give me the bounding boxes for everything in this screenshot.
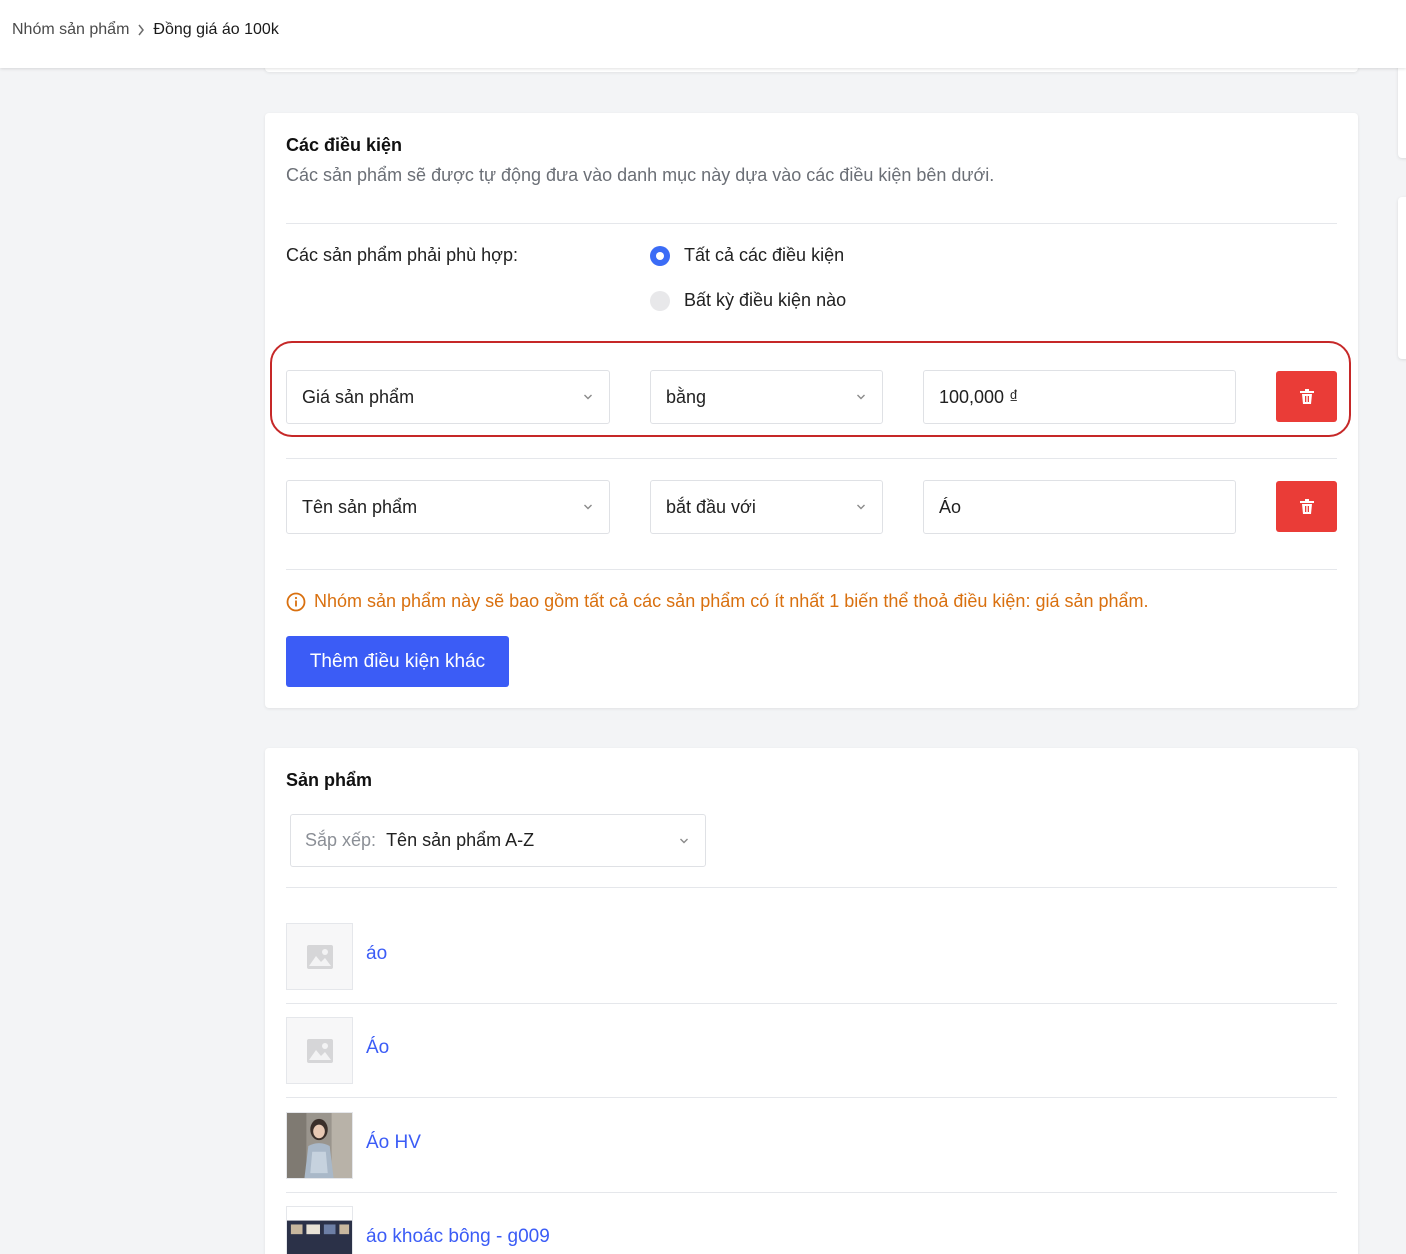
select-value: bằng [666,386,707,407]
product-row[interactable]: Áo HV [286,1112,1337,1207]
product-photo [287,1113,352,1178]
product-row[interactable]: áo [286,923,1337,1018]
chevron-down-icon [857,504,865,510]
trash-icon [1299,388,1314,404]
radio-all-conditions[interactable]: Tất cả các điều kiện [650,245,844,266]
divider [286,458,1337,459]
divider [286,1192,1337,1193]
conditions-title: Các điều kiện [286,135,403,155]
conditions-card: Các điều kiện Các sản phẩm sẽ được tự độ… [265,113,1358,708]
input-value: 100,000 ₫ [939,386,1019,407]
side-panel [1398,60,1406,158]
match-label: Các sản phẩm phải phù hợp: [286,245,518,265]
info-icon [286,592,306,612]
product-name-link[interactable]: Áo [366,1037,389,1059]
chevron-down-icon [680,838,688,843]
product-thumbnail [286,1206,353,1254]
product-row[interactable]: áo khoác bông - g009 [286,1206,1337,1254]
product-name-link[interactable]: áo [366,943,387,965]
sort-value: Tên sản phẩm A-Z [386,830,535,850]
chevron-down-icon [857,394,865,400]
product-thumbnail [286,1112,353,1179]
delete-rule-button[interactable] [1276,371,1337,422]
select-value: Tên sản phẩm [302,496,418,517]
rule-field-select[interactable]: Giá sản phẩm [286,370,610,424]
top-header: Nhóm sản phẩm Đồng giá áo 100k [0,0,1406,68]
delete-rule-button[interactable] [1276,481,1337,532]
rule-value-input[interactable]: Áo [923,480,1236,534]
rule-operator-select[interactable]: bằng [650,370,883,424]
radio-label: Bất kỳ điều kiện nào [684,290,847,310]
chevron-down-icon [584,504,592,510]
input-value: Áo [939,496,962,517]
product-name-link[interactable]: áo khoác bông - g009 [366,1226,550,1248]
warning-text: Nhóm sản phẩm này sẽ bao gồm tất cả các … [314,591,1149,611]
product-thumbnail [286,1017,353,1084]
trash-icon [1299,498,1314,514]
breadcrumb-parent-link[interactable]: Nhóm sản phẩm [12,21,129,39]
radio-label: Tất cả các điều kiện [684,245,845,265]
breadcrumb-current: Đồng giá áo 100k [153,21,279,38]
product-row[interactable]: Áo [286,1017,1337,1112]
product-name-link[interactable]: Áo HV [366,1132,421,1154]
sort-select[interactable]: Sắp xếp: Tên sản phẩm A-Z [290,814,706,867]
radio-checked-icon[interactable] [650,245,670,266]
conditions-description: Các sản phẩm sẽ được tự động đưa vào dan… [286,165,995,185]
breadcrumb: Nhóm sản phẩm Đồng giá áo 100k [12,21,279,39]
select-value: bắt đầu với [666,496,756,517]
divider [286,1097,1337,1098]
chevron-down-icon [584,394,592,400]
rule-field-select[interactable]: Tên sản phẩm [286,480,610,534]
radio-unchecked-icon[interactable] [650,290,670,311]
select-value: Giá sản phẩm [302,386,415,407]
divider [286,223,1337,224]
side-panel [1398,197,1406,359]
divider [286,1003,1337,1004]
product-photo [287,1207,352,1254]
rule-operator-select[interactable]: bắt đầu với [650,480,883,534]
rule-value-input[interactable]: 100,000 ₫ [923,370,1236,424]
products-title: Sản phẩm [286,770,373,790]
add-condition-button[interactable]: Thêm điều kiện khác [286,636,509,687]
image-placeholder-icon [306,944,333,969]
chevron-right-icon [137,24,145,36]
product-thumbnail [286,923,353,990]
sort-prefix: Sắp xếp: [305,830,377,850]
image-placeholder-icon [306,1038,333,1063]
divider [286,887,1337,888]
divider [286,569,1337,570]
warning-message: Nhóm sản phẩm này sẽ bao gồm tất cả các … [286,591,1149,612]
radio-any-condition[interactable]: Bất kỳ điều kiện nào [650,290,846,311]
products-card: Sản phẩm Sắp xếp: Tên sản phẩm A-Z áo Áo [265,748,1358,1254]
